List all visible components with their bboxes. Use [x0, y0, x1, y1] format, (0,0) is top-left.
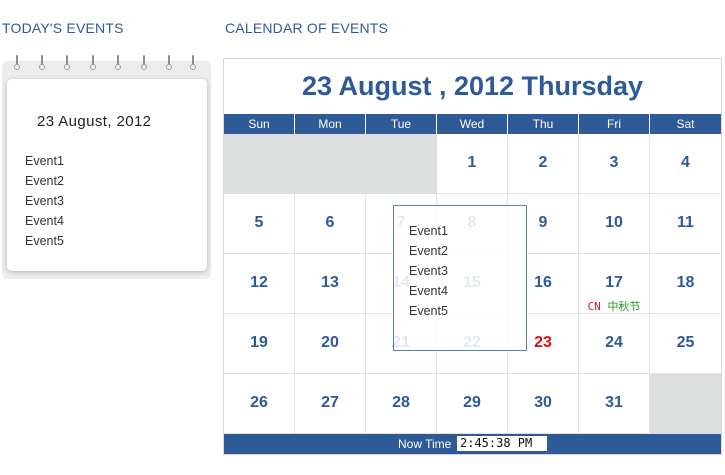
now-time-bar: Now Time 2:45:38 PM	[224, 434, 721, 454]
day-cell-2[interactable]: 2	[508, 134, 579, 194]
calendar: 23 August , 2012 Thursday Sun Mon Tue We…	[223, 58, 722, 455]
empty-day-cell	[650, 374, 721, 434]
empty-day-cell	[295, 134, 366, 194]
day-number: 12	[250, 274, 268, 291]
day-number: 20	[321, 334, 339, 351]
day-cell-24[interactable]: 24	[579, 314, 650, 374]
day-cell-29[interactable]: 29	[437, 374, 508, 434]
popup-event-item[interactable]: Event2	[409, 241, 448, 261]
popup-event-item[interactable]: Event4	[409, 281, 448, 301]
day-cell-11[interactable]: 11	[650, 194, 721, 254]
day-cell-19[interactable]: 19	[224, 314, 295, 374]
day-cell-28[interactable]: 28	[366, 374, 437, 434]
now-time-label: Now Time	[398, 437, 452, 451]
day-number: 3	[609, 154, 619, 171]
today-event-item[interactable]: Event1	[25, 151, 64, 171]
empty-day-cell	[224, 134, 295, 194]
day-number: 27	[321, 394, 339, 411]
day-cell-13[interactable]: 13	[295, 254, 366, 314]
day-cell-3[interactable]: 3	[579, 134, 650, 194]
day-number: 24	[605, 334, 623, 351]
day-cell-10[interactable]: 10	[579, 194, 650, 254]
day-cell-31[interactable]: 31	[579, 374, 650, 434]
weekday-label: Thu	[508, 114, 579, 134]
weekday-header-row: Sun Mon Tue Wed Thu Fri Sat	[224, 114, 721, 134]
day-number: 5	[254, 214, 264, 231]
weekday-label: Fri	[579, 114, 650, 134]
spiral-ring-icon	[90, 55, 96, 70]
day-number: 29	[463, 394, 481, 411]
today-event-item[interactable]: Event3	[25, 191, 64, 211]
day-number: 13	[321, 274, 339, 291]
spiral-ring-icon	[190, 55, 196, 70]
calendar-of-events-title: CALENDAR OF EVENTS	[225, 20, 389, 36]
today-event-item[interactable]: Event4	[25, 211, 64, 231]
day-cell-26[interactable]: 26	[224, 374, 295, 434]
day-number: 19	[250, 334, 268, 351]
day-cell-17[interactable]: 17 CN 中秋节	[579, 254, 650, 314]
weekday-label: Sat	[676, 117, 695, 131]
festival-label: CN 中秋节	[579, 298, 649, 314]
todays-events-title: TODAY'S EVENTS	[2, 20, 124, 36]
today-date: 23 August, 2012	[37, 113, 152, 130]
events-popup: Event1 Event2 Event3 Event4 Event5	[393, 205, 527, 351]
now-time-display: 2:45:38 PM	[457, 436, 547, 451]
day-cell-30[interactable]: 30	[508, 374, 579, 434]
notepad-sheet: 23 August, 2012 Event1 Event2 Event3 Eve…	[7, 79, 207, 271]
empty-day-cell	[366, 134, 437, 194]
spiral-ring-icon	[14, 55, 20, 70]
day-number: 11	[677, 214, 694, 231]
day-cell-12[interactable]: 12	[224, 254, 295, 314]
spiral-ring-icon	[141, 55, 147, 70]
today-event-item[interactable]: Event5	[25, 231, 64, 251]
day-number: 31	[605, 394, 623, 411]
day-cell-27[interactable]: 27	[295, 374, 366, 434]
festival-tag: CN	[587, 300, 601, 313]
day-number: 17	[605, 274, 623, 291]
day-cell-4[interactable]: 4	[650, 134, 721, 194]
day-cell-20[interactable]: 20	[295, 314, 366, 374]
day-number: 10	[605, 214, 623, 231]
day-number: 6	[325, 214, 335, 231]
notepad-spiral-rings	[2, 55, 211, 75]
festival-name: 中秋节	[607, 300, 641, 313]
weekday-label: Wed	[437, 114, 508, 134]
popup-events-list: Event1 Event2 Event3 Event4 Event5	[409, 221, 448, 321]
spiral-ring-icon	[166, 55, 172, 70]
day-cell-25[interactable]: 25	[650, 314, 721, 374]
today-event-item[interactable]: Event2	[25, 171, 64, 191]
weekday-label: Mon	[295, 114, 366, 134]
popup-event-item[interactable]: Event5	[409, 301, 448, 321]
calendar-heading: 23 August , 2012 Thursday	[301, 71, 644, 101]
spiral-ring-icon	[39, 55, 45, 70]
day-number: 18	[676, 274, 695, 291]
day-number: 25	[676, 334, 695, 351]
today-events-list: Event1 Event2 Event3 Event4 Event5	[25, 151, 64, 251]
weekday-label: Tue	[366, 114, 437, 134]
day-cell-5[interactable]: 5	[224, 194, 295, 254]
day-number: 2	[538, 154, 548, 171]
day-number: 30	[534, 394, 552, 411]
day-number: 4	[681, 154, 690, 171]
spiral-ring-icon	[115, 55, 121, 70]
day-cell-18[interactable]: 18	[650, 254, 721, 314]
weekday-label: Sun	[224, 114, 295, 134]
popup-event-item[interactable]: Event1	[409, 221, 448, 241]
todays-events-notepad: 23 August, 2012 Event1 Event2 Event3 Eve…	[2, 55, 211, 279]
day-cell-6[interactable]: 6	[295, 194, 366, 254]
day-number: 26	[250, 394, 268, 411]
popup-event-item[interactable]: Event3	[409, 261, 448, 281]
day-cell-1[interactable]: 1	[437, 134, 508, 194]
day-number: 1	[467, 154, 477, 171]
day-number: 28	[392, 394, 410, 411]
spiral-ring-icon	[64, 55, 70, 70]
